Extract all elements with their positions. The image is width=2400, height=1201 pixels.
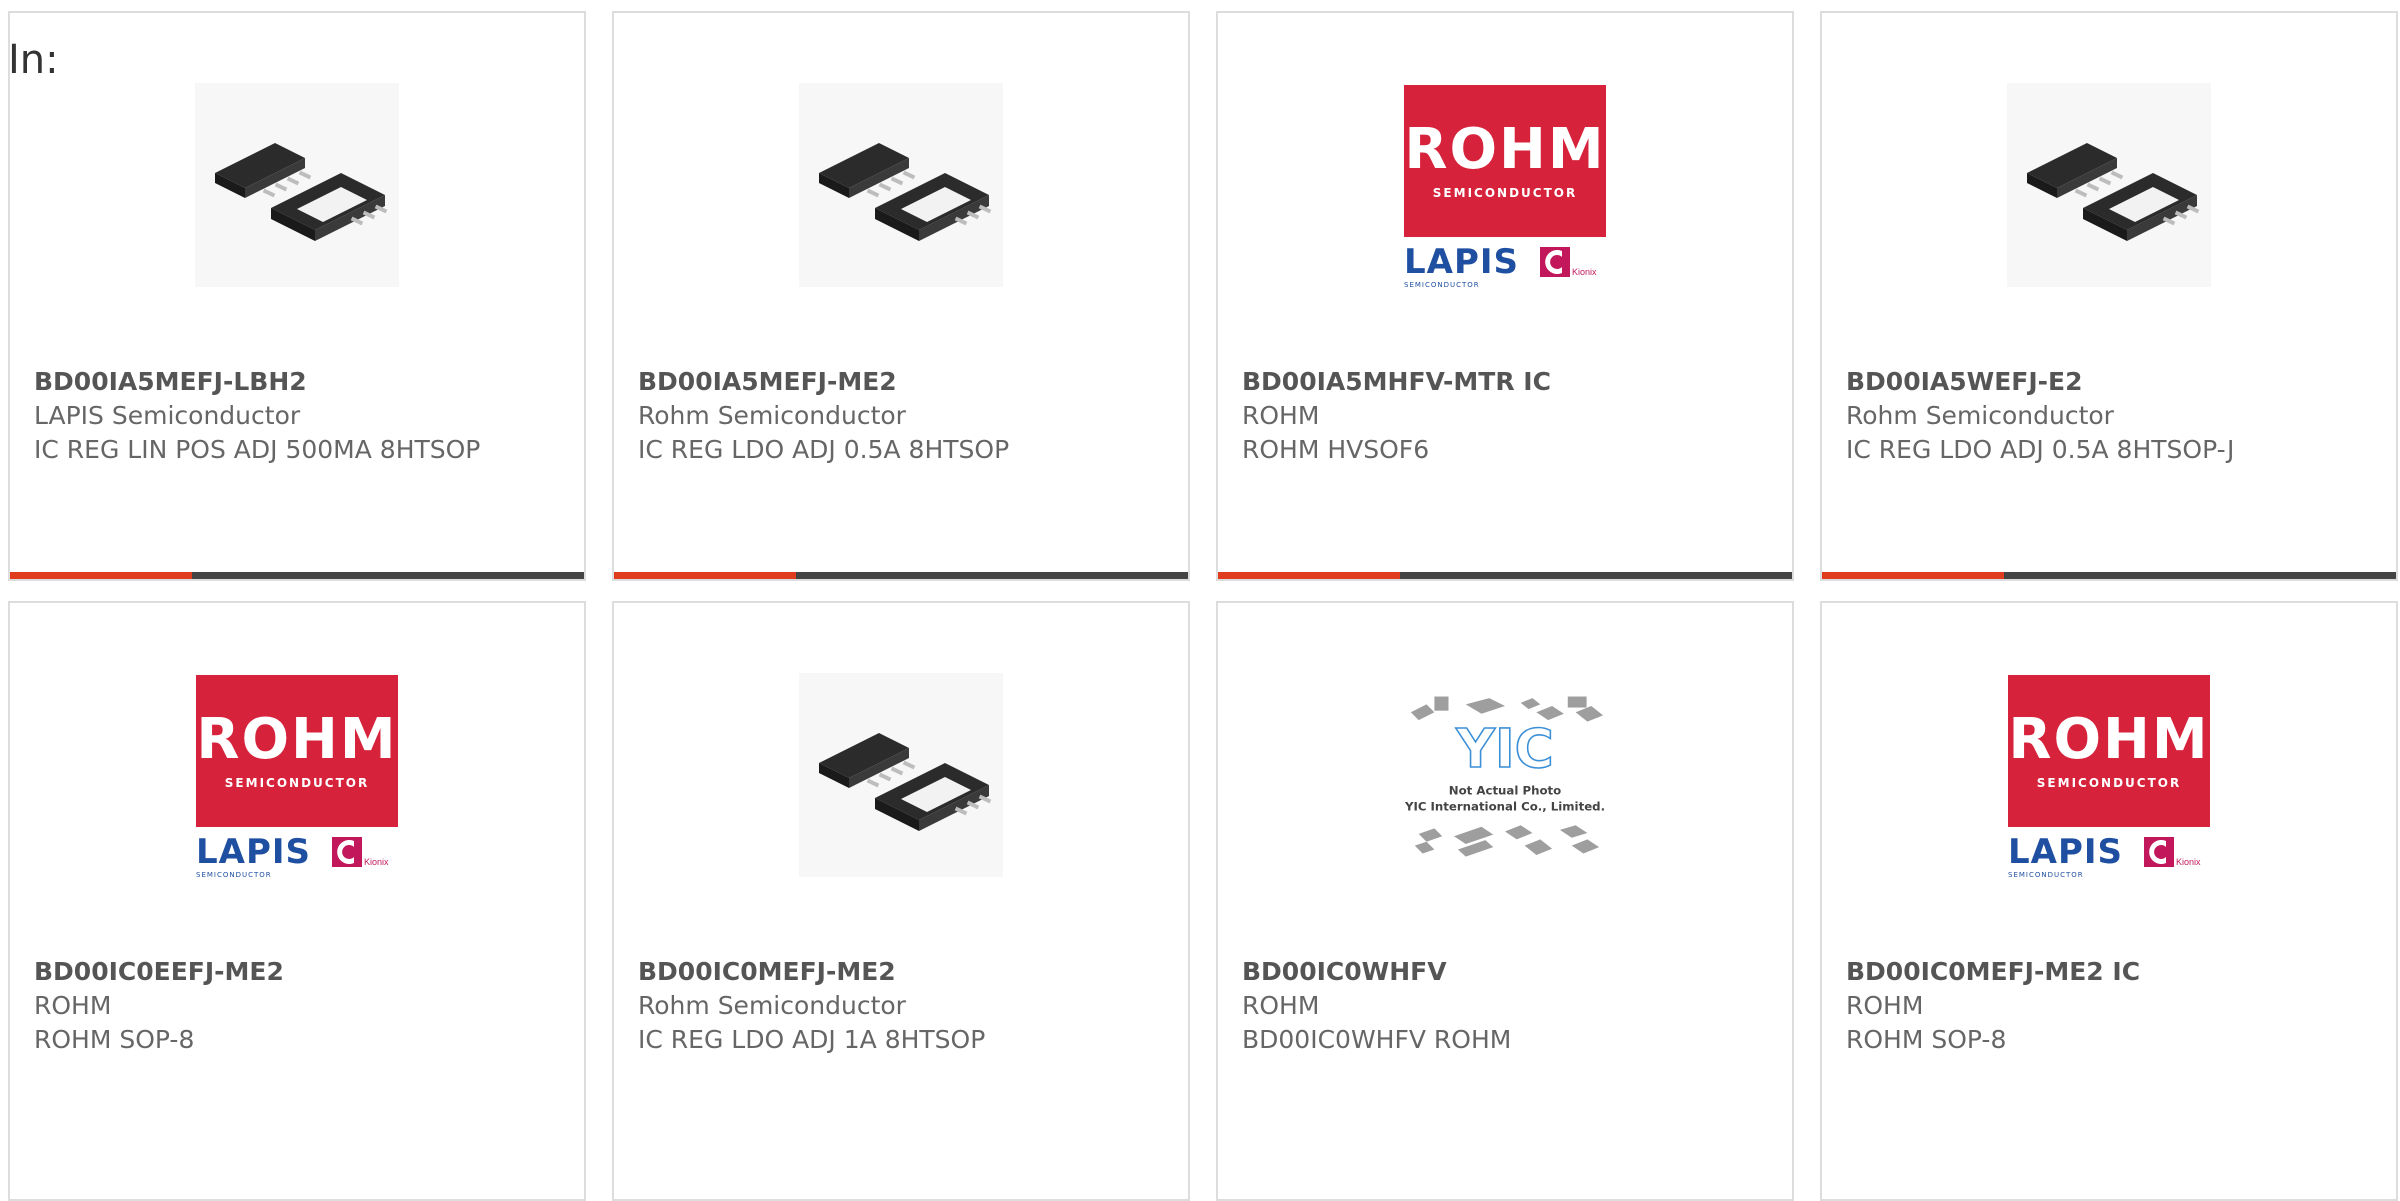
- rohm-logo: ROHM SEMICONDUCTOR LAPIS SEMICONDUCTOR K…: [1404, 85, 1606, 289]
- manufacturer: Rohm Semiconductor: [638, 991, 906, 1020]
- card-bar: [1822, 572, 2396, 579]
- product-image[interactable]: ROHM SEMICONDUCTOR LAPIS SEMICONDUCTOR K…: [2007, 673, 2211, 879]
- product-card[interactable]: BD00IA5MEFJ-ME2 Rohm Semiconductor IC RE…: [612, 11, 1190, 581]
- card-bar: [10, 572, 584, 579]
- lapis-logo: LAPIS: [1404, 242, 1520, 282]
- description: ROHM SOP-8: [34, 1025, 195, 1054]
- product-card[interactable]: YIC Not Actual Photo YIC International C…: [1216, 601, 1794, 1201]
- product-image[interactable]: ROHM SEMICONDUCTOR LAPIS SEMICONDUCTOR K…: [195, 673, 399, 879]
- kionix-logo: Kionix: [2144, 837, 2201, 867]
- description: ROHM HVSOF6: [1242, 435, 1430, 464]
- lapis-logo: LAPIS: [2008, 832, 2124, 872]
- product-image[interactable]: [195, 83, 399, 287]
- in-label: In:: [8, 37, 59, 83]
- rohm-logo-text: ROHM: [2008, 707, 2210, 772]
- htsop-chip-icon: [799, 673, 1003, 877]
- product-grid: BD00IA5MEFJ-LBH2 LAPIS Semiconductor IC …: [0, 0, 2400, 1201]
- htsop-chip-icon: [195, 83, 399, 287]
- part-number[interactable]: BD00IC0MEFJ-ME2 IC: [1846, 955, 2376, 989]
- rohm-logo-subtext: SEMICONDUCTOR: [1432, 186, 1578, 200]
- part-number[interactable]: BD00IC0MEFJ-ME2: [638, 955, 1168, 989]
- rohm-logo: ROHM SEMICONDUCTOR LAPIS SEMICONDUCTOR K…: [196, 675, 398, 879]
- part-number[interactable]: BD00IC0EEFJ-ME2: [34, 955, 564, 989]
- rohm-logo-subtext: SEMICONDUCTOR: [2036, 776, 2182, 790]
- product-image[interactable]: ROHM SEMICONDUCTOR LAPIS SEMICONDUCTOR K…: [1403, 83, 1607, 289]
- manufacturer: LAPIS Semiconductor: [34, 401, 301, 430]
- manufacturer: ROHM: [1242, 401, 1320, 430]
- description: BD00IC0WHFV ROHM: [1242, 1025, 1512, 1054]
- kionix-logo: Kionix: [1540, 247, 1597, 277]
- svg-text:YIC: YIC: [1455, 717, 1554, 780]
- rohm-logo-text: ROHM: [196, 707, 398, 772]
- rohm-logo-text: ROHM: [1404, 117, 1606, 182]
- product-image[interactable]: [2007, 83, 2211, 287]
- svg-text:YIC International Co., Limited: YIC International Co., Limited.: [1404, 799, 1605, 813]
- lapis-logo-subtext: SEMICONDUCTOR: [2008, 871, 2084, 879]
- yic-placeholder-image: YIC Not Actual Photo YIC International C…: [1404, 696, 1605, 857]
- card-bar: [1218, 572, 1792, 579]
- manufacturer: Rohm Semiconductor: [1846, 401, 2114, 430]
- htsop-chip-icon: [799, 83, 1003, 287]
- product-image[interactable]: YIC Not Actual Photo YIC International C…: [1403, 673, 1607, 877]
- product-image[interactable]: [799, 673, 1003, 877]
- description: IC REG LIN POS ADJ 500MA 8HTSOP: [34, 435, 481, 464]
- part-number[interactable]: BD00IA5MEFJ-ME2: [638, 365, 1168, 399]
- manufacturer: Rohm Semiconductor: [638, 401, 906, 430]
- card-bar: [614, 572, 1188, 579]
- rohm-logo: ROHM SEMICONDUCTOR LAPIS SEMICONDUCTOR K…: [2008, 675, 2210, 879]
- htsop-chip-icon: [2007, 83, 2211, 287]
- svg-text:Kionix: Kionix: [2176, 857, 2201, 867]
- description: IC REG LDO ADJ 0.5A 8HTSOP: [638, 435, 1010, 464]
- manufacturer: ROHM: [1846, 991, 1924, 1020]
- description: ROHM SOP-8: [1846, 1025, 2007, 1054]
- svg-text:Kionix: Kionix: [364, 857, 389, 867]
- product-card[interactable]: BD00IA5MEFJ-LBH2 LAPIS Semiconductor IC …: [8, 11, 586, 581]
- lapis-logo-subtext: SEMICONDUCTOR: [196, 871, 272, 879]
- part-number[interactable]: BD00IC0WHFV: [1242, 955, 1772, 989]
- part-number[interactable]: BD00IA5WEFJ-E2: [1846, 365, 2376, 399]
- product-card[interactable]: ROHM SEMICONDUCTOR LAPIS SEMICONDUCTOR K…: [1820, 601, 2398, 1201]
- product-card[interactable]: BD00IA5WEFJ-E2 Rohm Semiconductor IC REG…: [1820, 11, 2398, 581]
- lapis-logo-subtext: SEMICONDUCTOR: [1404, 281, 1480, 289]
- product-card[interactable]: ROHM SEMICONDUCTOR LAPIS SEMICONDUCTOR K…: [8, 601, 586, 1201]
- part-number[interactable]: BD00IA5MEFJ-LBH2: [34, 365, 564, 399]
- product-card[interactable]: ROHM SEMICONDUCTOR LAPIS SEMICONDUCTOR K…: [1216, 11, 1794, 581]
- manufacturer: ROHM: [1242, 991, 1320, 1020]
- svg-text:Kionix: Kionix: [1572, 267, 1597, 277]
- kionix-logo: Kionix: [332, 837, 389, 867]
- product-image[interactable]: [799, 83, 1003, 287]
- description: IC REG LDO ADJ 1A 8HTSOP: [638, 1025, 986, 1054]
- svg-text:Not Actual Photo: Not Actual Photo: [1449, 784, 1561, 798]
- part-number[interactable]: BD00IA5MHFV-MTR IC: [1242, 365, 1772, 399]
- lapis-logo: LAPIS: [196, 832, 312, 872]
- description: IC REG LDO ADJ 0.5A 8HTSOP-J: [1846, 435, 2235, 464]
- manufacturer: ROHM: [34, 991, 112, 1020]
- rohm-logo-subtext: SEMICONDUCTOR: [224, 776, 370, 790]
- product-card[interactable]: BD00IC0MEFJ-ME2 Rohm Semiconductor IC RE…: [612, 601, 1190, 1201]
